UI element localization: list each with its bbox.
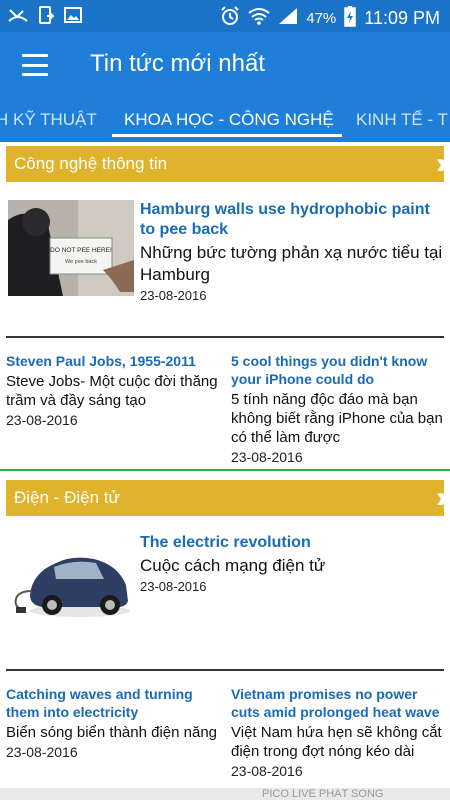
section-header-dien-dien-tu[interactable]: Điện - Điện tử ›› xyxy=(6,480,448,516)
article-subtitle: Những bức tường phản xạ nước tiểu tại Ha… xyxy=(140,243,443,284)
section-title: Công nghệ thông tin xyxy=(14,154,168,173)
article-date: 23-08-2016 xyxy=(140,288,207,303)
article-title: Vietnam promises no power cuts amid prol… xyxy=(231,686,440,720)
phone-sync-icon xyxy=(38,6,55,29)
ad-banner[interactable]: PICO LIVE PHÁT SÓNG xyxy=(0,788,450,800)
missed-call-icon xyxy=(8,7,28,28)
battery-charging-icon xyxy=(344,5,357,31)
signal-icon xyxy=(278,7,298,29)
alarm-icon xyxy=(220,6,240,30)
article-subtitle: Steve Jobs- Một cuộc đời thăng trầm và đ… xyxy=(6,373,218,409)
article-date: 23-08-2016 xyxy=(6,412,78,428)
active-tab-indicator xyxy=(112,134,342,137)
article-subtitle: Cuộc cách mạng điện tử xyxy=(140,556,326,575)
article-date: 23-08-2016 xyxy=(231,763,303,779)
divider xyxy=(6,669,444,671)
app-bar: Tin tức mới nhất xyxy=(0,32,450,98)
tab-kinh-te[interactable]: KINH TẾ - T xyxy=(356,110,448,130)
divider xyxy=(6,336,444,338)
card-steve-jobs[interactable]: Steven Paul Jobs, 1955-2011 Steve Jobs- … xyxy=(6,352,224,428)
article-subtitle: Việt Nam hứa hẹn sẽ không cắt điện trong… xyxy=(231,724,442,760)
battery-percent: 47% xyxy=(306,9,337,27)
status-bar: 47% 11:09 PM xyxy=(0,0,450,32)
wifi-icon xyxy=(248,7,270,29)
section-separator xyxy=(0,469,450,471)
article-thumbnail: DO NOT PEE HERE! We pee back xyxy=(8,200,134,296)
article-date: 23-08-2016 xyxy=(140,579,207,594)
section-title: Điện - Điện tử xyxy=(14,488,120,507)
double-chevron-right-icon: ›› xyxy=(436,481,448,514)
article-date: 23-08-2016 xyxy=(231,449,303,465)
section-header-cong-nghe-thong-tin[interactable]: Công nghệ thông tin ›› xyxy=(6,146,448,182)
tab-khoa-hoc-cong-nghe[interactable]: KHOA HỌC - CÔNG NGHỆ xyxy=(124,110,334,130)
article-subtitle: Biển sóng biển thành điện năng xyxy=(6,724,218,741)
card-iphone-things[interactable]: 5 cool things you didn't know your iPhon… xyxy=(231,352,449,465)
image-icon xyxy=(64,7,82,28)
card-catching-waves[interactable]: Catching waves and turning them into ele… xyxy=(6,685,224,760)
clock: 11:09 PM xyxy=(364,7,440,28)
tab-ky-thuat[interactable]: H KỸ THUẬT xyxy=(0,110,97,130)
article-subtitle: 5 tính năng độc đáo mà bạn không biết rằ… xyxy=(231,391,443,446)
featured-article-electric-revolution[interactable]: The electric revolution Cuộc cách mạng đ… xyxy=(0,533,450,633)
article-thumbnail xyxy=(8,533,134,629)
news-list[interactable]: Công nghệ thông tin ›› DO NOT PEE HERE! … xyxy=(0,142,450,800)
menu-icon[interactable] xyxy=(16,50,54,80)
article-title: Steven Paul Jobs, 1955-2011 xyxy=(6,353,196,369)
double-chevron-right-icon: ›› xyxy=(436,147,448,180)
svg-text:We pee back: We pee back xyxy=(65,259,97,265)
svg-text:DO NOT PEE HERE!: DO NOT PEE HERE! xyxy=(50,247,112,254)
featured-article-hamburg[interactable]: DO NOT PEE HERE! We pee back Hamburg wal… xyxy=(0,200,450,303)
article-title: Hamburg walls use hydrophobic paint to p… xyxy=(140,201,430,238)
article-title: 5 cool things you didn't know your iPhon… xyxy=(231,353,428,387)
article-title: Catching waves and turning them into ele… xyxy=(6,686,193,720)
card-vietnam-power[interactable]: Vietnam promises no power cuts amid prol… xyxy=(231,685,449,779)
article-date: 23-08-2016 xyxy=(6,744,78,760)
ad-text: PICO LIVE PHÁT SÓNG xyxy=(262,788,384,800)
app-title: Tin tức mới nhất xyxy=(90,50,265,77)
article-title: The electric revolution xyxy=(140,534,311,551)
